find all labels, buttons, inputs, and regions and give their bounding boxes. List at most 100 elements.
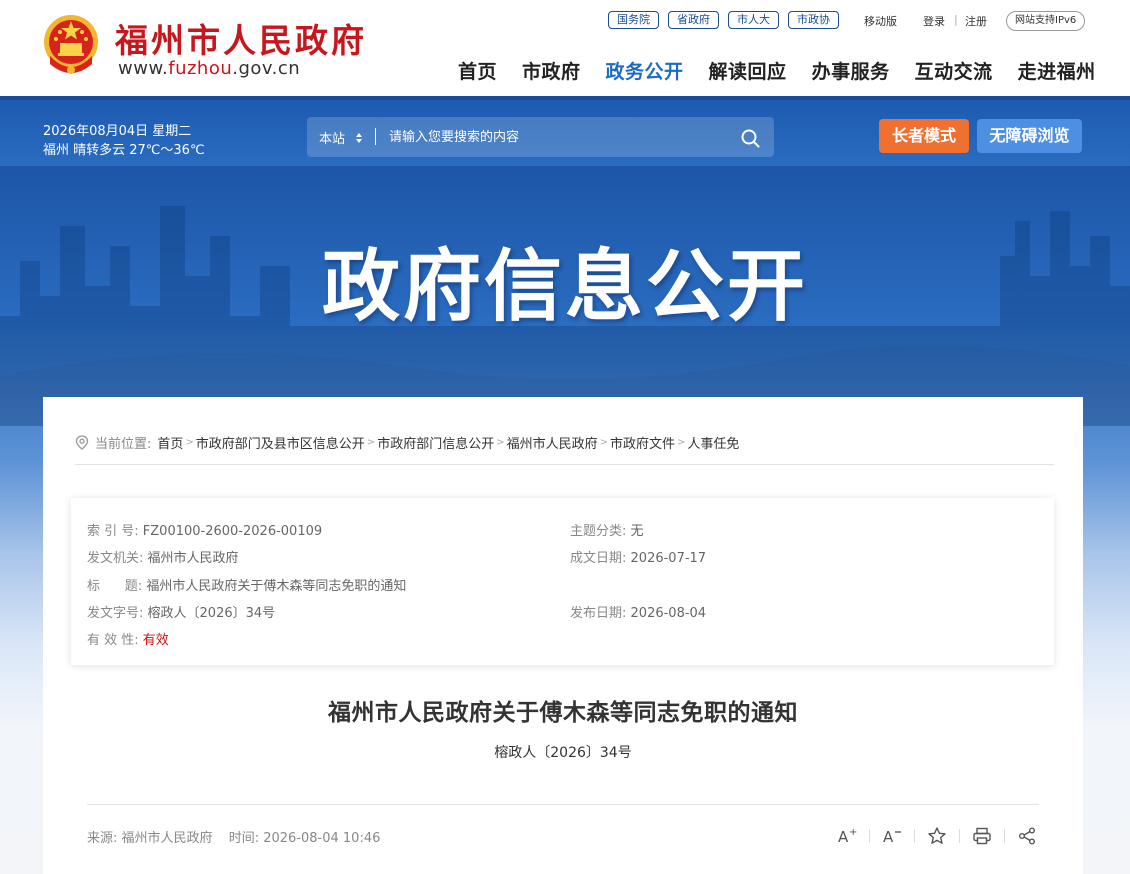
document-title: 福州市人民政府关于傅木森等同志免职的通知 bbox=[328, 700, 798, 726]
accessibility-button[interactable]: 无障碍浏览 bbox=[977, 119, 1082, 153]
breadcrumb-arrow-icon: > bbox=[185, 437, 194, 448]
meta-validity: 有 效 性: 有效 bbox=[87, 629, 169, 648]
breadcrumb-personnel[interactable]: 人事任免 bbox=[687, 433, 739, 452]
breadcrumb-city-gov[interactable]: 福州市人民政府 bbox=[507, 433, 598, 452]
font-decrease-icon[interactable]: A bbox=[881, 825, 903, 847]
nav-city-gov[interactable]: 市政府 bbox=[522, 57, 581, 84]
meta-index: 索 引 号: FZ00100-2600-2026-00109 bbox=[87, 520, 322, 539]
banner-title: 政府信息公开 bbox=[321, 242, 808, 332]
mobile-version-link[interactable]: 移动版 bbox=[864, 13, 897, 29]
meta-issuer: 发文机关: 福州市人民政府 bbox=[87, 547, 239, 566]
meta-issuer-value: 福州市人民政府 bbox=[147, 551, 239, 566]
breadcrumb-home[interactable]: 首页 bbox=[157, 433, 183, 452]
svg-text:A: A bbox=[883, 828, 894, 845]
meta-doc-number: 发文字号: 榕政人〔2026〕34号 bbox=[87, 602, 275, 621]
national-emblem-icon bbox=[44, 15, 98, 74]
article-tools: A + A bbox=[836, 825, 1038, 847]
meta-topic: 主题分类: 无 bbox=[570, 520, 644, 539]
meta-written-date-label: 成文日期: bbox=[570, 551, 627, 566]
link-city-cppcc[interactable]: 市政协 bbox=[788, 11, 839, 29]
elder-mode-button[interactable]: 长者模式 bbox=[879, 119, 969, 153]
site-url-domain: fuzhou bbox=[168, 58, 233, 79]
breadcrumb-dept-county[interactable]: 市政府部门及县市区信息公开 bbox=[196, 433, 365, 452]
document-source: 来源: 福州市人民政府 时间: 2026-08-04 10:46 bbox=[87, 827, 380, 846]
breadcrumb-arrow-icon: > bbox=[599, 437, 609, 448]
breadcrumb-arrow-icon: > bbox=[496, 437, 505, 448]
breadcrumb-arrow-icon: > bbox=[366, 437, 376, 448]
meta-index-label: 索 引 号: bbox=[87, 524, 139, 539]
meta-validity-value: 有效 bbox=[142, 633, 169, 648]
site-url: www.fuzhou.gov.cn bbox=[118, 58, 300, 79]
meta-publish-date-label: 发布日期: bbox=[570, 606, 627, 621]
svg-text:+: + bbox=[849, 827, 857, 838]
search-separator bbox=[375, 128, 376, 145]
meta-written-date-value: 2026-07-17 bbox=[630, 551, 707, 566]
current-date: 2026年08月04日 星期二 bbox=[43, 124, 192, 139]
tool-divider bbox=[914, 829, 915, 843]
time-label: 时间: bbox=[228, 831, 260, 846]
document-number: 榕政人〔2026〕34号 bbox=[494, 745, 632, 761]
nav-home[interactable]: 首页 bbox=[458, 57, 497, 84]
nav-services[interactable]: 办事服务 bbox=[812, 57, 890, 84]
location-pin-icon bbox=[75, 434, 89, 450]
ipv6-badge: 网站支持IPv6 bbox=[1006, 11, 1086, 31]
search-scope-label: 本站 bbox=[319, 132, 346, 147]
meta-validity-label: 有 效 性: bbox=[87, 633, 139, 648]
divider bbox=[87, 804, 1039, 805]
breadcrumb-label: 当前位置: bbox=[95, 437, 152, 452]
favorite-star-icon[interactable] bbox=[926, 825, 948, 847]
document-metadata: 索 引 号: FZ00100-2600-2026-00109 主题分类: 无 发… bbox=[71, 498, 1054, 665]
site-header: 福州市人民政府 www.fuzhou.gov.cn 国务院 省政府 市人大 市政… bbox=[0, 0, 1130, 96]
site-url-prefix: www. bbox=[118, 58, 169, 79]
meta-publish-date-value: 2026-08-04 bbox=[630, 606, 707, 621]
meta-written-date: 成文日期: 2026-07-17 bbox=[570, 547, 706, 566]
breadcrumb-arrow-icon: > bbox=[677, 437, 686, 448]
link-state-council[interactable]: 国务院 bbox=[608, 11, 659, 29]
site-url-suffix: .gov.cn bbox=[232, 58, 301, 79]
breadcrumb-dept-info[interactable]: 市政府部门信息公开 bbox=[377, 433, 494, 452]
time-value: 2026-08-04 10:46 bbox=[263, 831, 381, 846]
nav-about-fuzhou[interactable]: 走进福州 bbox=[1018, 57, 1096, 84]
breadcrumb: 当前位置: 首页 > 市政府部门及县市区信息公开 > 市政府部门信息公开 > 福… bbox=[75, 433, 739, 452]
main-nav: 首页 市政府 政务公开 解读回应 办事服务 互动交流 走进福州 bbox=[458, 57, 1096, 84]
content-card: 当前位置: 首页 > 市政府部门及县市区信息公开 > 市政府部门信息公开 > 福… bbox=[43, 397, 1083, 874]
meta-doc-number-label: 发文字号: bbox=[87, 606, 144, 621]
source-value: 福州市人民政府 bbox=[121, 831, 213, 846]
nav-interpretation[interactable]: 解读回应 bbox=[709, 57, 787, 84]
search-icon[interactable] bbox=[739, 127, 761, 149]
meta-issuer-label: 发文机关: bbox=[87, 551, 144, 566]
meta-title-label: 标 题: bbox=[87, 579, 143, 594]
info-bar: 2026年08月04日 星期二 福州 晴转多云 27℃～36℃ 本站 长者模式 … bbox=[0, 96, 1130, 166]
meta-index-value: FZ00100-2600-2026-00109 bbox=[142, 524, 323, 539]
site-name[interactable]: 福州市人民政府 bbox=[115, 14, 367, 62]
share-icon[interactable] bbox=[1016, 825, 1038, 847]
tool-divider bbox=[869, 829, 870, 843]
nav-interaction[interactable]: 互动交流 bbox=[915, 57, 993, 84]
print-icon[interactable] bbox=[971, 825, 993, 847]
weather: 福州 晴转多云 27℃～36℃ bbox=[43, 143, 205, 158]
login-link[interactable]: 登录 bbox=[923, 13, 945, 29]
tool-divider bbox=[959, 829, 960, 843]
search-scope-select[interactable]: 本站 bbox=[319, 128, 363, 147]
sort-arrows-icon bbox=[356, 133, 363, 143]
search-box: 本站 bbox=[307, 117, 774, 157]
quick-links: 国务院 省政府 市人大 市政协 bbox=[608, 11, 839, 29]
meta-title: 标 题: 福州市人民政府关于傅木森等同志免职的通知 bbox=[87, 575, 406, 594]
meta-topic-value: 无 bbox=[630, 524, 644, 539]
meta-title-value: 福州市人民政府关于傅木森等同志免职的通知 bbox=[146, 579, 407, 594]
divider bbox=[75, 464, 1054, 465]
breadcrumb-gov-docs[interactable]: 市政府文件 bbox=[610, 433, 675, 452]
svg-text:A: A bbox=[838, 828, 849, 845]
font-increase-icon[interactable]: A + bbox=[836, 825, 858, 847]
link-city-congress[interactable]: 市人大 bbox=[728, 11, 779, 29]
meta-doc-number-value: 榕政人〔2026〕34号 bbox=[147, 606, 276, 621]
register-link[interactable]: 注册 bbox=[965, 13, 987, 29]
link-provincial-gov[interactable]: 省政府 bbox=[668, 11, 719, 29]
tool-divider bbox=[1004, 829, 1005, 843]
meta-topic-label: 主题分类: bbox=[570, 524, 627, 539]
nav-gov-affairs[interactable]: 政务公开 bbox=[606, 57, 684, 84]
source-label: 来源: bbox=[87, 831, 118, 846]
util-divider: | bbox=[954, 13, 958, 26]
meta-publish-date: 发布日期: 2026-08-04 bbox=[570, 602, 706, 621]
search-input[interactable] bbox=[389, 117, 719, 157]
